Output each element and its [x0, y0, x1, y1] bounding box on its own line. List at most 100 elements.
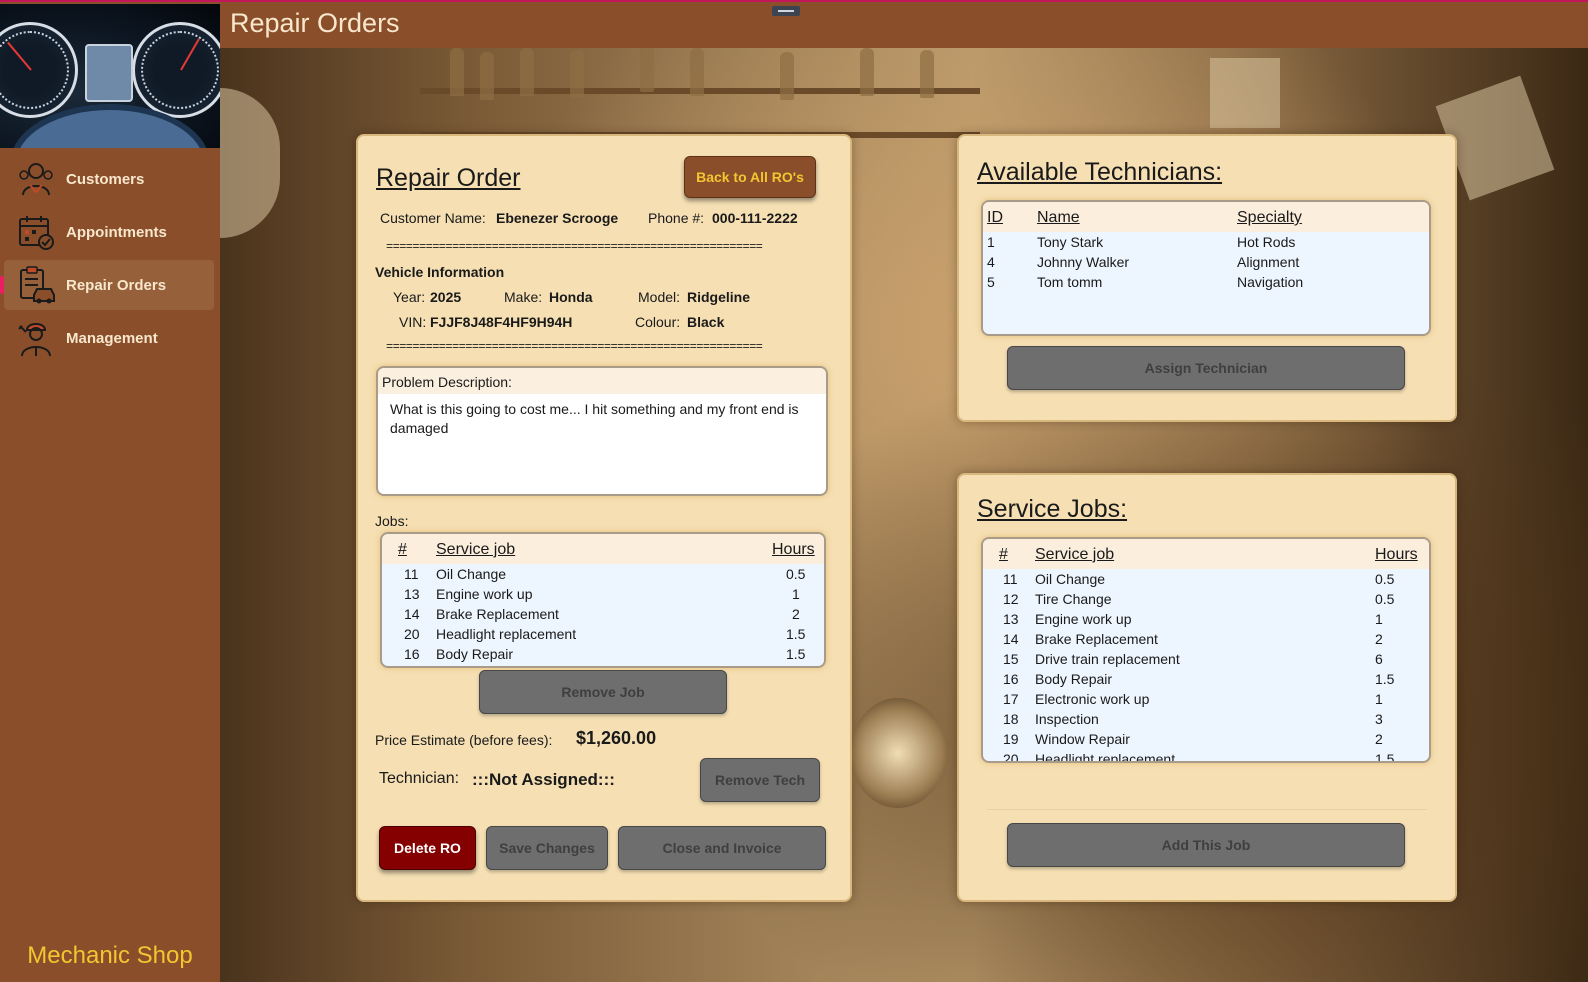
model-value: Ridgeline: [687, 289, 751, 305]
make-value: Honda: [549, 289, 593, 305]
job-hours: 0.5: [786, 566, 806, 582]
sidebar-item-label: Management: [66, 329, 158, 347]
table-row[interactable]: 11 Oil Change 0.5: [382, 564, 824, 584]
sidebar-item-repair-orders[interactable]: Repair Orders: [0, 260, 214, 310]
technicians-list[interactable]: ID Name Specialty 1 Tony Stark Hot Rods 4 J…: [981, 200, 1431, 336]
price-estimate-label: Price Estimate (before fees):: [375, 732, 553, 748]
table-row[interactable]: 14 Brake Replacement 2: [983, 629, 1429, 649]
remove-tech-button[interactable]: Remove Tech: [700, 758, 820, 802]
service-jobs-title: Service Jobs:: [977, 495, 1128, 523]
window-grip-handle[interactable]: [772, 6, 800, 16]
column-header-number[interactable]: #: [999, 546, 1008, 564]
table-row[interactable]: 20 Headlight replacement 1.5: [382, 624, 824, 644]
make-label: Make:: [504, 289, 543, 305]
service-jobs-list[interactable]: # Service job Hours 11 Oil Change 0.5 12 Ti…: [981, 537, 1431, 763]
tech-id: 1: [987, 234, 995, 250]
job-id: 12: [1003, 591, 1019, 607]
column-header-number[interactable]: #: [398, 541, 407, 559]
table-row[interactable]: 11 Oil Change 0.5: [983, 569, 1429, 589]
tech-id: 4: [987, 254, 995, 270]
column-header-service-job[interactable]: Service job: [436, 541, 515, 559]
sidebar-item-management[interactable]: Management: [4, 313, 214, 363]
separator-line: ========================================…: [386, 340, 763, 354]
assign-technician-button[interactable]: Assign Technician: [1007, 346, 1405, 390]
table-row[interactable]: 16 Body Repair 1.5: [382, 644, 824, 664]
divider: [987, 809, 1427, 810]
colour-value: Black: [687, 314, 725, 330]
repair-order-panel: Repair Order Back to All RO's Customer N…: [356, 134, 852, 902]
sidebar-item-label: Appointments: [66, 223, 167, 241]
year-label: Year:: [393, 289, 426, 305]
model-label: Model:: [638, 289, 681, 305]
table-row[interactable]: 20 Headlight replacement 1.5: [983, 749, 1429, 761]
job-id: 14: [404, 606, 420, 622]
job-name: Body Repair: [1035, 671, 1113, 687]
problem-description-field[interactable]: Problem Description: What is this going …: [376, 366, 828, 496]
mechanic-icon: [18, 323, 51, 357]
table-row[interactable]: 18 Inspection 3: [983, 709, 1429, 729]
close-and-invoice-button[interactable]: Close and Invoice: [618, 826, 826, 870]
problem-description-text[interactable]: What is this going to cost me... I hit s…: [378, 394, 826, 444]
job-id: 13: [404, 586, 420, 602]
column-header-name[interactable]: Name: [1037, 209, 1080, 227]
column-header-hours[interactable]: Hours: [1375, 546, 1418, 564]
job-id: 11: [404, 566, 419, 582]
job-name: Engine work up: [436, 586, 533, 602]
technician-value: :::Not Assigned:::: [472, 770, 615, 789]
phone-label: Phone #:: [648, 210, 705, 226]
sidebar-item-appointments[interactable]: Appointments: [4, 207, 214, 257]
add-this-job-button[interactable]: Add This Job: [1007, 823, 1405, 867]
tech-specialty: Hot Rods: [1237, 234, 1296, 250]
job-hours: 0.5: [1375, 571, 1395, 587]
table-row[interactable]: 13 Engine work up 1: [382, 584, 824, 604]
job-hours: 1.5: [1375, 671, 1395, 687]
column-header-hours[interactable]: Hours: [772, 541, 815, 559]
customers-icon: [19, 163, 53, 196]
table-row[interactable]: 14 Brake Replacement 2: [382, 604, 824, 624]
sidebar-item-customers[interactable]: Customers: [4, 154, 214, 204]
table-row[interactable]: 1 Tony Stark Hot Rods: [983, 232, 1429, 252]
job-hours: 1.5: [786, 626, 806, 642]
table-row[interactable]: 13 Engine work up 1: [983, 609, 1429, 629]
job-hours: 0.5: [1375, 591, 1395, 607]
table-row[interactable]: 17 Electronic work up 1: [983, 689, 1429, 709]
tech-specialty: Navigation: [1237, 274, 1304, 290]
job-id: 19: [1003, 731, 1019, 747]
table-row[interactable]: 12 Tire Change 0.5: [983, 589, 1429, 609]
job-id: 16: [404, 646, 420, 662]
save-changes-button[interactable]: Save Changes: [486, 826, 608, 870]
sidebar-item-label: Repair Orders: [66, 276, 167, 294]
header-bar: Repair Orders: [220, 0, 1588, 48]
tech-specialty: Alignment: [1237, 254, 1300, 270]
car-headlight-image: [850, 698, 946, 808]
job-hours: 2: [792, 606, 800, 622]
column-header-id[interactable]: ID: [987, 209, 1003, 227]
column-header-specialty[interactable]: Specialty: [1237, 209, 1302, 227]
tachometer-gauge: [132, 22, 220, 118]
tech-name: Tom tomm: [1037, 274, 1103, 290]
job-hours: 1: [792, 586, 800, 602]
job-hours: 1.5: [786, 646, 806, 662]
back-to-all-ros-button[interactable]: Back to All RO's: [684, 156, 816, 198]
vehicle-info-heading: Vehicle Information: [375, 264, 505, 280]
available-technicians-panel: Available Technicians: ID Name Specialty…: [957, 134, 1457, 422]
job-hours: 2: [1375, 631, 1383, 647]
table-row[interactable]: 4 Johnny Walker Alignment: [983, 252, 1429, 272]
job-name: Window Repair: [1035, 731, 1130, 747]
table-row[interactable]: 16 Body Repair 1.5: [983, 669, 1429, 689]
customer-name-label: Customer Name:: [380, 210, 486, 226]
ro-jobs-header: # Service job Hours: [382, 534, 824, 564]
service-jobs-panel: Service Jobs: # Service job Hours 11 Oil …: [957, 473, 1457, 902]
job-name: Oil Change: [1035, 571, 1106, 587]
delete-ro-button[interactable]: Delete RO: [379, 826, 476, 870]
job-id: 20: [404, 626, 420, 642]
technicians-header: ID Name Specialty: [983, 202, 1429, 232]
job-name: Engine work up: [1035, 611, 1132, 627]
remove-job-button[interactable]: Remove Job: [479, 670, 727, 714]
table-row[interactable]: 15 Drive train replacement 6: [983, 649, 1429, 669]
table-row[interactable]: 5 Tom tomm Navigation: [983, 272, 1429, 292]
customer-name-value: Ebenezer Scrooge: [496, 210, 619, 226]
ro-jobs-list[interactable]: # Service job Hours 11 Oil Change 0.5 13 En…: [380, 532, 826, 668]
column-header-service-job[interactable]: Service job: [1035, 546, 1114, 564]
table-row[interactable]: 19 Window Repair 2: [983, 729, 1429, 749]
